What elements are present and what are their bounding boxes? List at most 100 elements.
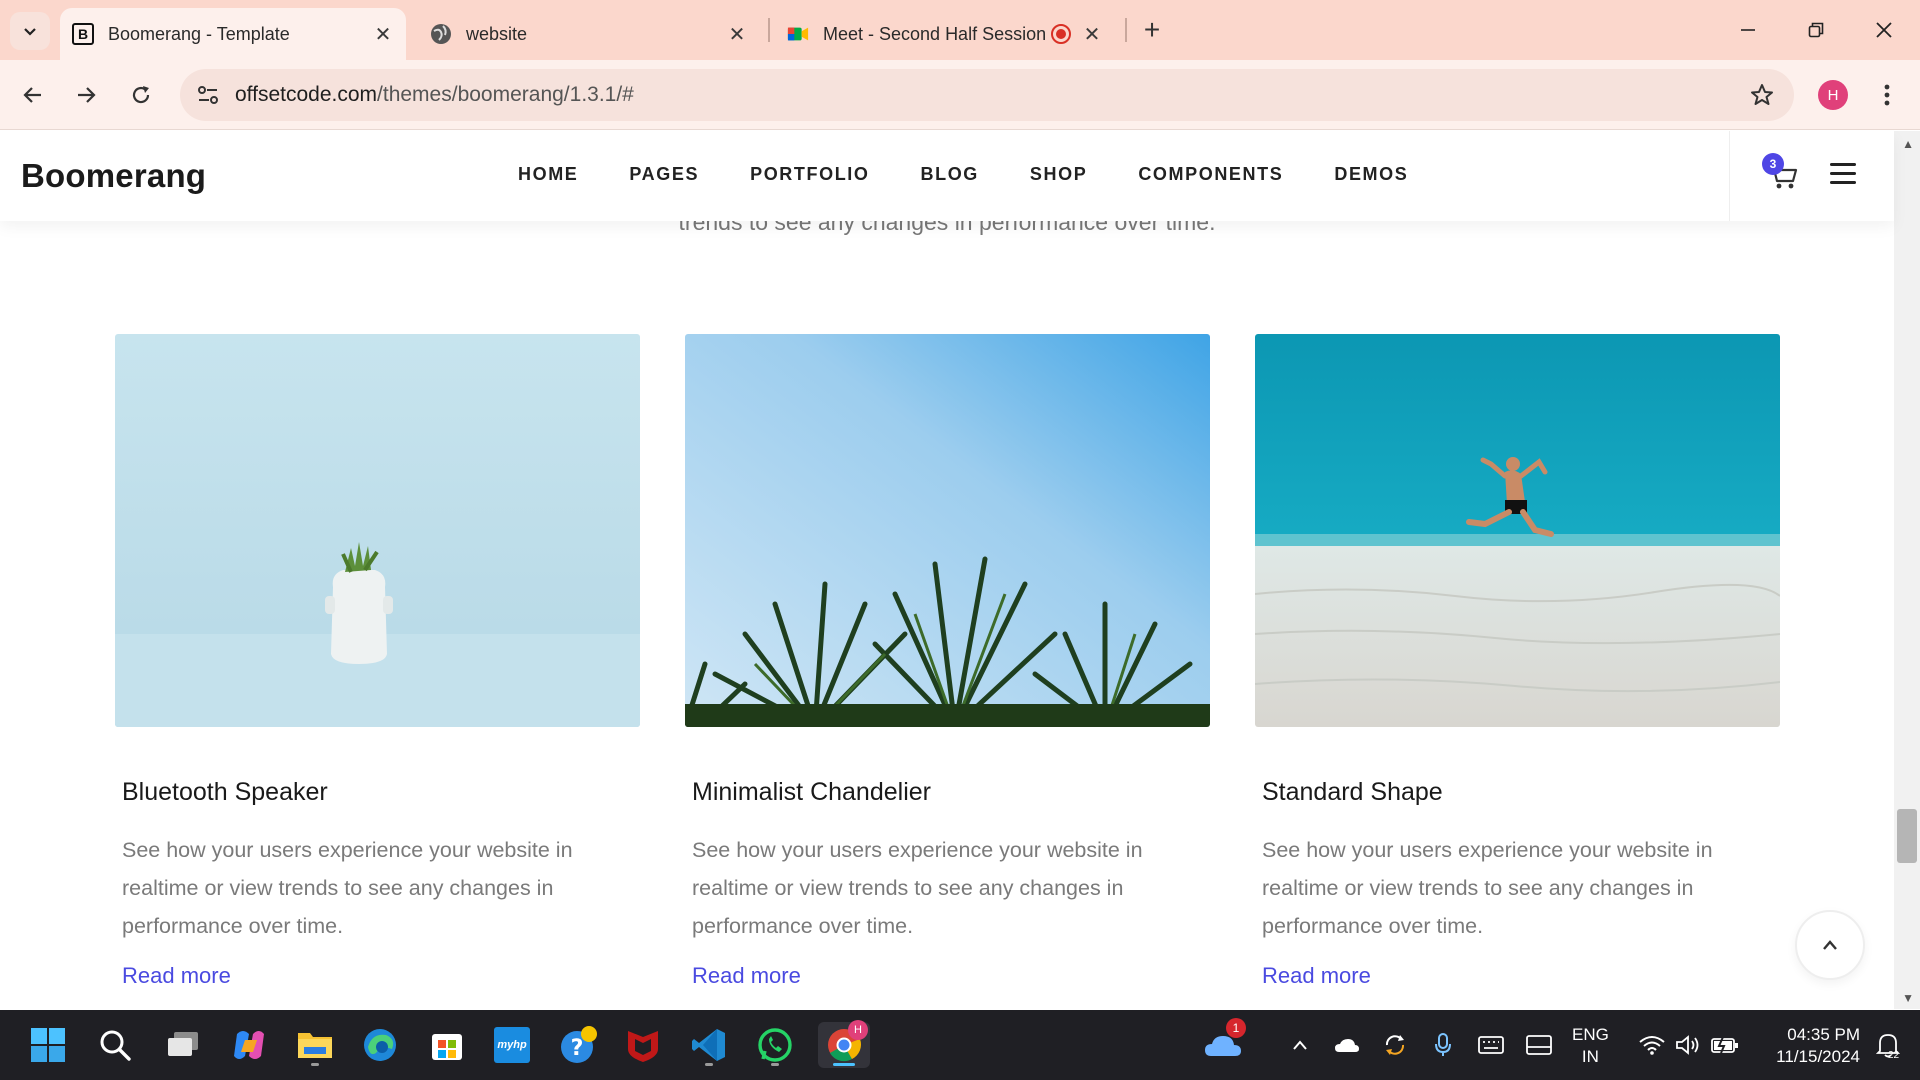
bookmark-star-icon[interactable]: [1748, 81, 1776, 109]
read-more-link[interactable]: Read more: [122, 963, 231, 989]
back-button[interactable]: [11, 73, 55, 117]
close-window-button[interactable]: [1862, 10, 1906, 50]
card-title: Standard Shape: [1262, 778, 1443, 806]
tab-separator: [768, 18, 770, 42]
read-more-link[interactable]: Read more: [1262, 963, 1371, 989]
boomerang-favicon-icon: B: [72, 23, 94, 45]
onedrive-icon[interactable]: [1330, 1010, 1364, 1080]
page-scrollbar[interactable]: ▲ ▼: [1894, 131, 1920, 1009]
file-explorer-icon[interactable]: [292, 1022, 338, 1068]
page-viewport: Boomerang HOME PAGES PORTFOLIO BLOG SHOP…: [0, 131, 1920, 1009]
windows-taskbar: my hp ? H 1 ENG IN 04:35 PM 11/15/2024 2…: [0, 1010, 1920, 1080]
site-settings-icon[interactable]: [192, 79, 224, 111]
sync-icon[interactable]: [1378, 1010, 1412, 1080]
vscode-icon[interactable]: [686, 1022, 732, 1068]
windows-start-icon[interactable]: [25, 1022, 71, 1068]
site-header: Boomerang HOME PAGES PORTFOLIO BLOG SHOP…: [0, 131, 1894, 221]
card-description: See how your users experience your websi…: [692, 838, 1143, 938]
copilot-icon[interactable]: [226, 1022, 272, 1068]
wifi-icon[interactable]: [1636, 1010, 1668, 1080]
url-text: offsetcode.com/themes/boomerang/1.3.1/#: [235, 83, 634, 106]
language-indicator[interactable]: ENG IN: [1572, 1024, 1609, 1068]
reload-button[interactable]: [119, 73, 163, 117]
tab-separator: [1125, 18, 1127, 42]
chevron-up-icon: [1823, 940, 1837, 950]
close-tab-icon[interactable]: ✕: [1079, 21, 1105, 47]
running-indicator: [705, 1063, 713, 1066]
scrollbar-thumb[interactable]: [1897, 809, 1917, 863]
close-tab-icon[interactable]: ✕: [370, 21, 396, 47]
volume-icon[interactable]: [1672, 1010, 1704, 1080]
nav-home[interactable]: HOME: [518, 164, 578, 185]
microsoft-store-icon[interactable]: [424, 1022, 470, 1068]
help-icon[interactable]: ?: [556, 1022, 602, 1068]
arrow-right-icon: [78, 87, 96, 103]
plant-on-blue-image[interactable]: [115, 334, 640, 727]
task-view-icon[interactable]: [160, 1022, 206, 1068]
beach-jump-image[interactable]: [1255, 334, 1780, 727]
tab-boomerang[interactable]: B Boomerang - Template ✕: [60, 8, 406, 60]
arrow-left-icon: [23, 87, 41, 103]
battery-icon[interactable]: [1708, 1010, 1742, 1080]
close-tab-icon[interactable]: ✕: [724, 21, 750, 47]
minimize-button[interactable]: [1726, 10, 1770, 50]
recording-icon: [1051, 24, 1071, 44]
chevron-up-icon[interactable]: [1285, 1010, 1315, 1080]
tab-title: website: [466, 23, 528, 44]
running-indicator: [771, 1063, 779, 1066]
tablet-mode-icon[interactable]: [1521, 1010, 1557, 1080]
nav-demos[interactable]: DEMOS: [1334, 164, 1408, 185]
edge-icon[interactable]: [357, 1022, 403, 1068]
new-tab-button[interactable]: +: [1136, 14, 1168, 46]
reload-icon: [132, 86, 150, 104]
scroll-down-arrow-icon[interactable]: ▼: [1902, 991, 1914, 1005]
weather-icon[interactable]: 1: [1200, 1018, 1246, 1068]
browser-menu-icon[interactable]: [1872, 78, 1902, 112]
nav-blog[interactable]: BLOG: [921, 164, 979, 185]
product-card: Minimalist Chandelier See how your users…: [685, 334, 1210, 988]
header-divider: [1729, 131, 1730, 221]
site-logo[interactable]: Boomerang: [21, 157, 206, 195]
hamburger-menu-icon[interactable]: [1830, 163, 1856, 185]
scroll-to-top-button[interactable]: [1795, 910, 1865, 980]
cart-button[interactable]: 3: [1760, 153, 1800, 193]
nav-pages[interactable]: PAGES: [629, 164, 699, 185]
nav-components[interactable]: COMPONENTS: [1138, 164, 1283, 185]
notification-bell-icon[interactable]: 22: [1868, 1010, 1908, 1080]
close-icon: [1876, 22, 1892, 38]
tab-title: Meet - Second Half Session: [823, 23, 1047, 44]
card-description: See how your users experience your websi…: [1262, 838, 1713, 938]
tab-search-button[interactable]: [10, 12, 50, 50]
card-title: Minimalist Chandelier: [692, 778, 931, 806]
browser-toolbar: offsetcode.com/themes/boomerang/1.3.1/# …: [0, 60, 1920, 130]
mcafee-icon[interactable]: [620, 1022, 666, 1068]
scroll-up-arrow-icon[interactable]: ▲: [1902, 137, 1914, 151]
whatsapp-icon[interactable]: [752, 1022, 798, 1068]
restore-button[interactable]: [1794, 10, 1838, 50]
tab-title: Boomerang - Template: [108, 23, 290, 44]
microphone-icon[interactable]: [1426, 1010, 1460, 1080]
nav-portfolio[interactable]: PORTFOLIO: [750, 164, 869, 185]
chrome-profile-badge: H: [848, 1020, 868, 1040]
tab-website[interactable]: website ✕: [418, 8, 760, 60]
minimize-icon: [1741, 29, 1755, 31]
myhp-icon[interactable]: my hp: [489, 1022, 535, 1068]
chevron-down-icon: [24, 28, 36, 36]
running-indicator: [311, 1063, 319, 1066]
card-title: Bluetooth Speaker: [122, 778, 328, 806]
cart-count-badge: 3: [1762, 153, 1784, 175]
address-bar[interactable]: offsetcode.com/themes/boomerang/1.3.1/#: [180, 69, 1794, 121]
system-clock[interactable]: 04:35 PM 11/15/2024: [1756, 1024, 1860, 1068]
forward-button[interactable]: [64, 73, 108, 117]
read-more-link[interactable]: Read more: [692, 963, 801, 989]
palm-leaves-sky-image[interactable]: [685, 334, 1210, 727]
notification-count: 22: [1888, 1050, 1900, 1061]
product-card: Bluetooth Speaker See how your users exp…: [115, 334, 640, 988]
profile-avatar[interactable]: H: [1818, 80, 1848, 110]
nav-shop[interactable]: SHOP: [1030, 164, 1087, 185]
tab-meet[interactable]: Meet - Second Half Session ✕: [775, 8, 1115, 60]
search-icon[interactable]: [92, 1022, 138, 1068]
keyboard-icon[interactable]: [1473, 1010, 1509, 1080]
weather-badge: 1: [1226, 1018, 1246, 1038]
chrome-icon[interactable]: H: [818, 1020, 870, 1068]
